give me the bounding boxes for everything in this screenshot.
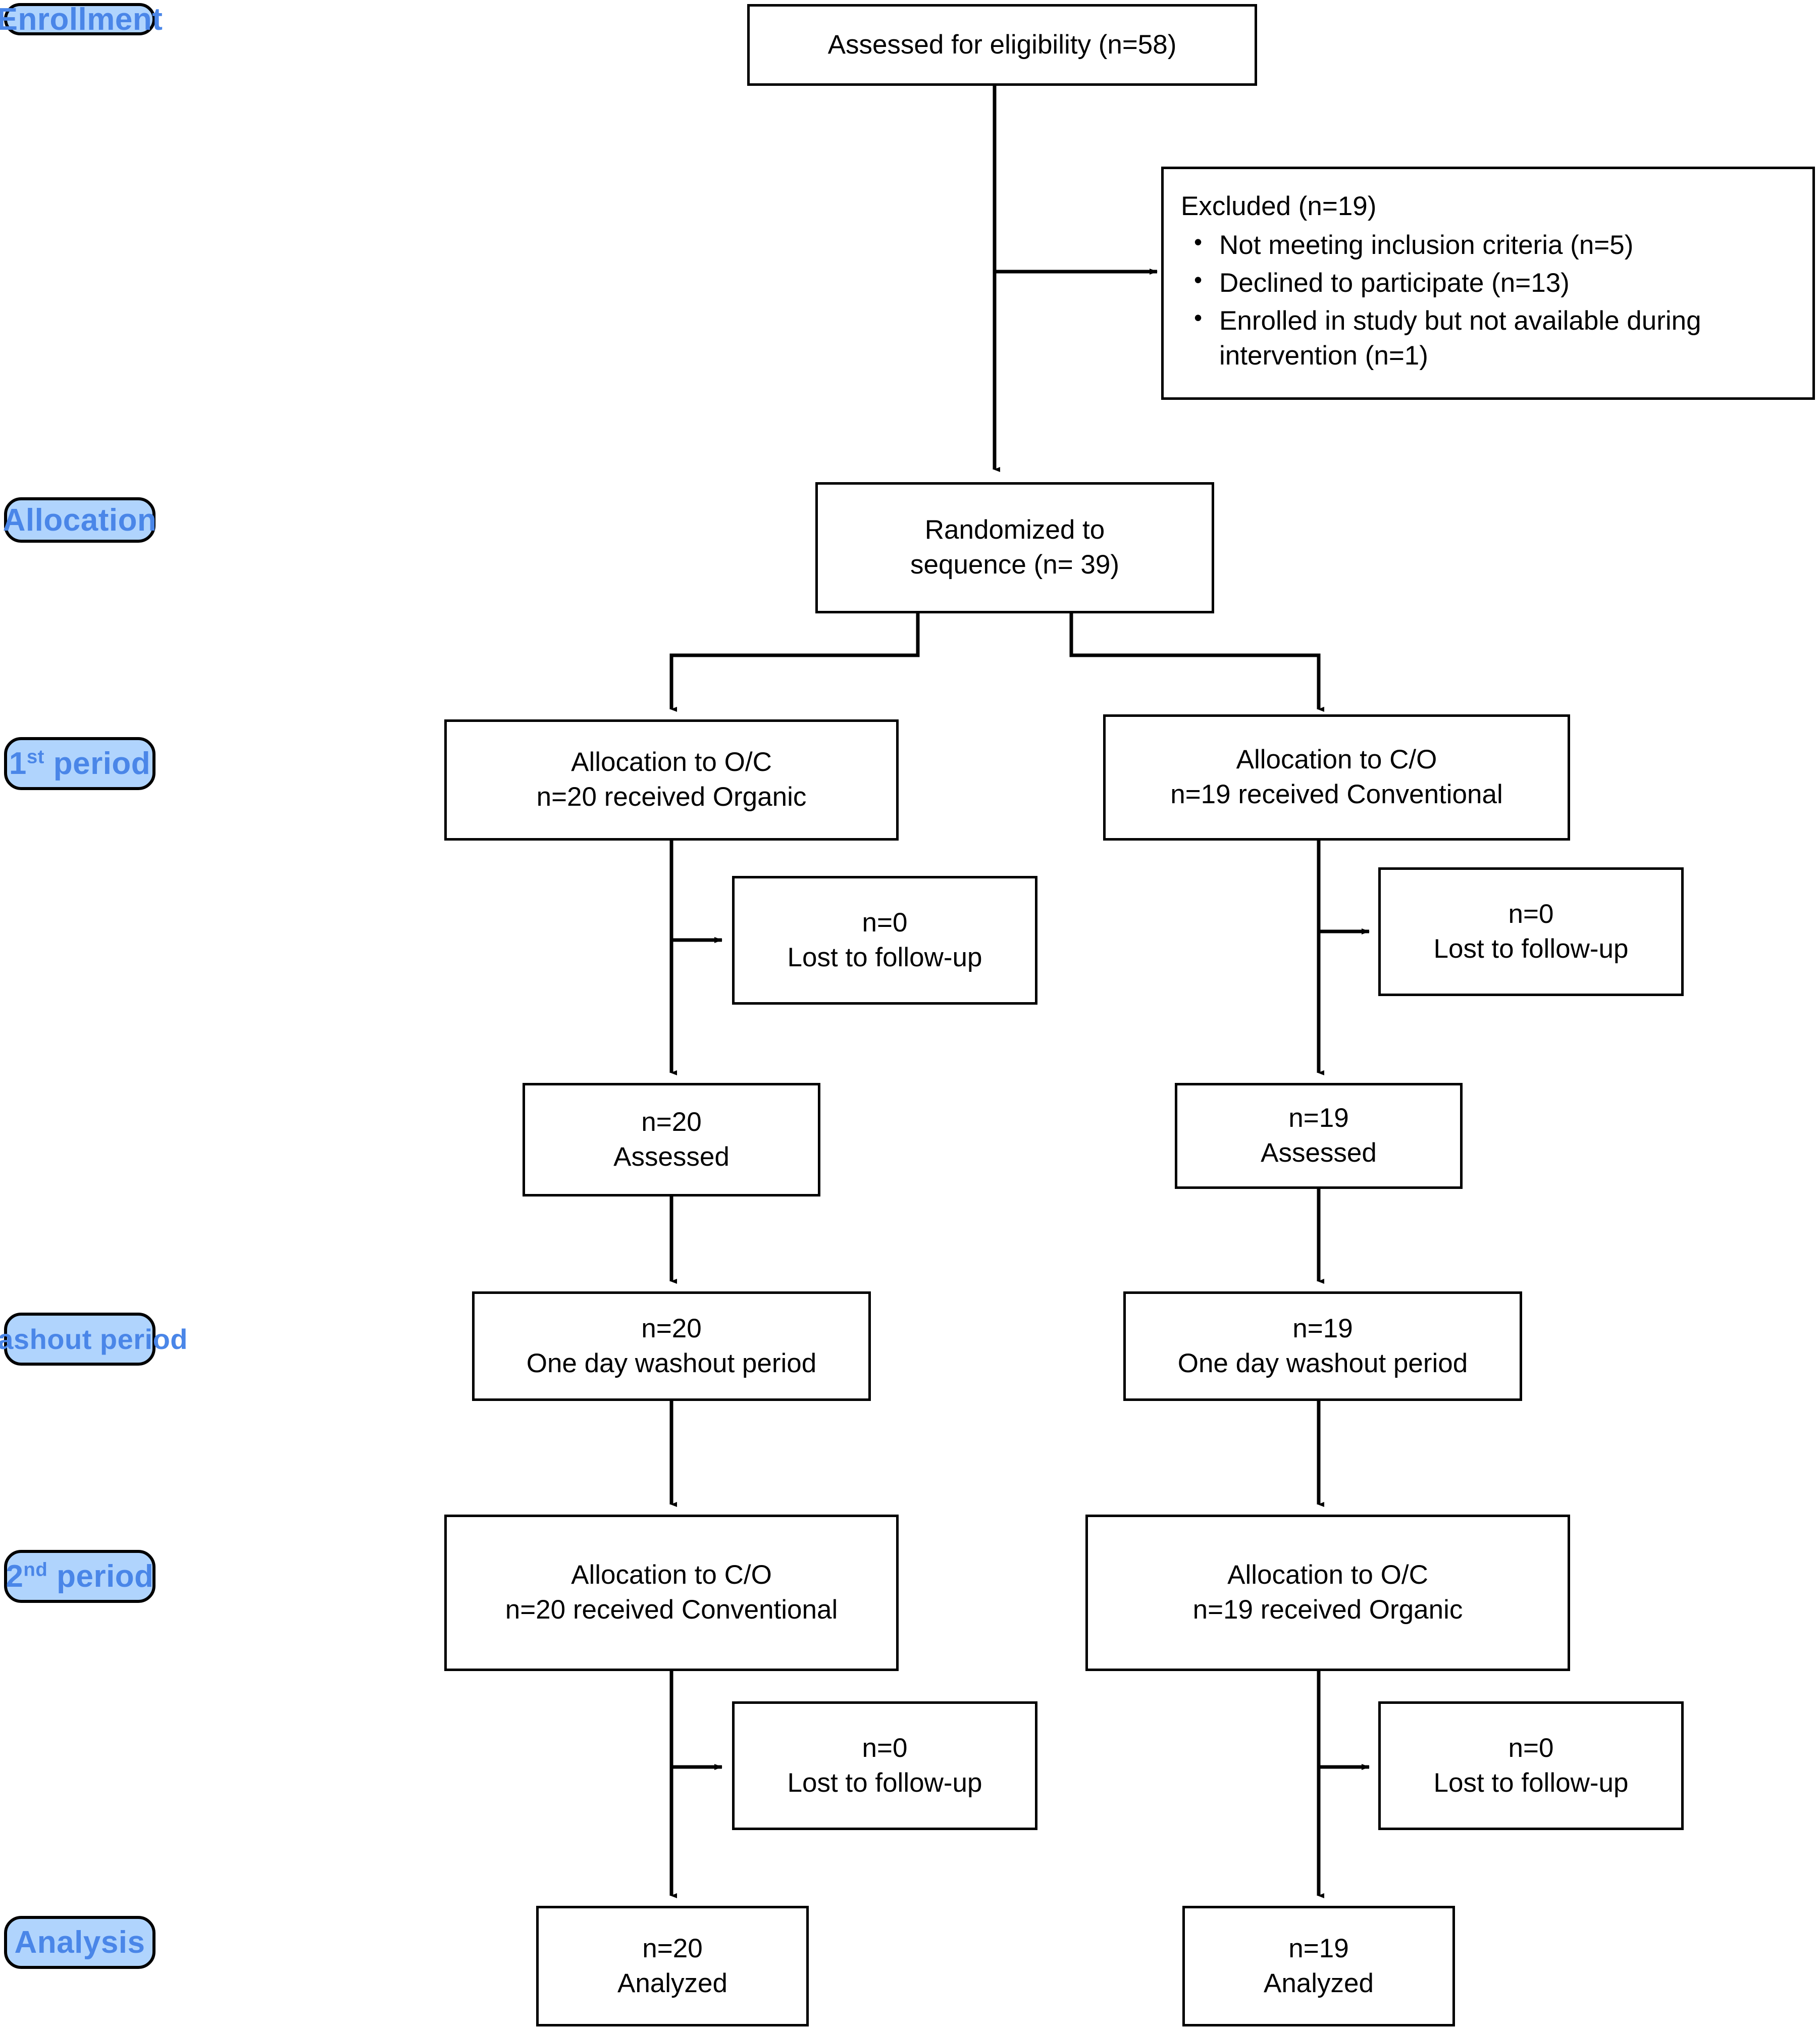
node-washout-right-line-2: One day washout period (1177, 1348, 1468, 1378)
stage-label-enrollment: Enrollment (0, 2, 163, 37)
node-lost-left-p1-line-2: Lost to follow-up (787, 942, 982, 972)
consort-flow-diagram: Enrollment Allocation 1st period Washout… (0, 0, 1820, 2029)
node-washout-left-line-1: n=20 (641, 1313, 702, 1343)
node-allocation-right-p2-line-1: Allocation to O/C (1227, 1560, 1428, 1590)
node-allocation-left-p2-line-1: Allocation to C/O (571, 1560, 772, 1590)
node-washout-left: n=20 One day washout period (472, 1291, 871, 1401)
node-analyzed-right: n=19 Analyzed (1182, 1906, 1455, 2026)
node-washout-right: n=19 One day washout period (1123, 1291, 1522, 1401)
node-assessed-right: n=19 Assessed (1175, 1083, 1463, 1189)
node-analyzed-right-line-1: n=19 (1288, 1933, 1349, 1963)
node-allocation-right-period-2: Allocation to O/C n=19 received Organic (1085, 1515, 1570, 1671)
node-allocation-left-period-2: Allocation to C/O n=20 received Conventi… (444, 1515, 899, 1671)
node-lost-left-p1-line-1: n=0 (862, 907, 908, 938)
node-allocation-left-p1-line-1: Allocation to O/C (571, 747, 772, 777)
node-allocation-left-p2-line-2: n=20 received Conventional (505, 1595, 838, 1625)
stage-label-period-1: 1st period (4, 737, 155, 790)
node-randomized-line-1: Randomized to (924, 515, 1105, 545)
stage-label-analysis: Analysis (4, 1916, 155, 1969)
node-lost-right-p1-line-1: n=0 (1508, 899, 1554, 929)
stage-label-allocation-text: Allocation (3, 502, 157, 538)
node-lost-right-p1-line-2: Lost to follow-up (1433, 933, 1629, 964)
list-item: Declined to participate (n=13) (1194, 265, 1795, 301)
stage-label-washout-text: Washout period (0, 1323, 188, 1355)
node-lost-to-followup-left-period-1: n=0 Lost to follow-up (732, 876, 1037, 1005)
node-lost-right-p2-line-2: Lost to follow-up (1433, 1767, 1629, 1798)
stage-label-enrollment-text: Enrollment (0, 2, 163, 37)
node-assessed-left: n=20 Assessed (523, 1083, 820, 1196)
node-lost-left-p2-line-2: Lost to follow-up (787, 1767, 982, 1798)
stage-label-washout: Washout period (0, 1313, 188, 1366)
node-assessed-left-line-1: n=20 (641, 1107, 702, 1137)
node-washout-right-line-1: n=19 (1292, 1313, 1353, 1343)
stage-label-allocation: Allocation (3, 497, 157, 543)
node-analyzed-left: n=20 Analyzed (536, 1906, 809, 2026)
stage-label-analysis-text: Analysis (14, 1925, 145, 1960)
node-allocation-left-period-1: Allocation to O/C n=20 received Organic (444, 719, 899, 841)
stage-label-period-1-text: 1st period (9, 746, 151, 781)
node-analyzed-left-line-1: n=20 (642, 1933, 703, 1963)
node-randomized-to-sequence: Randomized to sequence (n= 39) (815, 482, 1214, 613)
node-analyzed-right-line-2: Analyzed (1263, 1968, 1374, 1998)
node-analyzed-left-line-2: Analyzed (617, 1968, 728, 1998)
node-allocation-left-p1-line-2: n=20 received Organic (536, 782, 807, 812)
node-allocation-right-p1-line-1: Allocation to C/O (1236, 745, 1437, 775)
stage-label-period-2: 2nd period (4, 1550, 155, 1603)
node-excluded-reason-list: Not meeting inclusion criteria (n=5) Dec… (1181, 227, 1795, 377)
node-excluded-title: Excluded (n=19) (1181, 191, 1377, 221)
node-assessed-for-eligibility: Assessed for eligibility (n=58) (747, 4, 1257, 86)
node-assessed-left-line-2: Assessed (613, 1141, 730, 1172)
node-washout-left-line-2: One day washout period (526, 1348, 817, 1378)
node-allocation-right-period-1: Allocation to C/O n=19 received Conventi… (1103, 714, 1570, 841)
node-excluded: Excluded (n=19) Not meeting inclusion cr… (1161, 167, 1815, 400)
node-assessed-right-line-1: n=19 (1288, 1103, 1349, 1133)
list-item: Not meeting inclusion criteria (n=5) (1194, 227, 1795, 263)
node-allocation-right-p1-line-2: n=19 received Conventional (1170, 779, 1503, 809)
node-allocation-right-p2-line-2: n=19 received Organic (1192, 1595, 1463, 1625)
node-assessed-text: Assessed for eligibility (n=58) (827, 29, 1177, 60)
node-assessed-right-line-2: Assessed (1261, 1138, 1377, 1168)
stage-label-period-2-text: 2nd period (6, 1558, 154, 1594)
node-lost-to-followup-left-period-2: n=0 Lost to follow-up (732, 1701, 1037, 1830)
list-item: Enrolled in study but not available duri… (1194, 303, 1795, 374)
node-lost-to-followup-right-period-2: n=0 Lost to follow-up (1378, 1701, 1684, 1830)
node-lost-right-p2-line-1: n=0 (1508, 1733, 1554, 1763)
node-lost-left-p2-line-1: n=0 (862, 1733, 908, 1763)
node-randomized-line-2: sequence (n= 39) (910, 550, 1119, 580)
node-lost-to-followup-right-period-1: n=0 Lost to follow-up (1378, 867, 1684, 996)
